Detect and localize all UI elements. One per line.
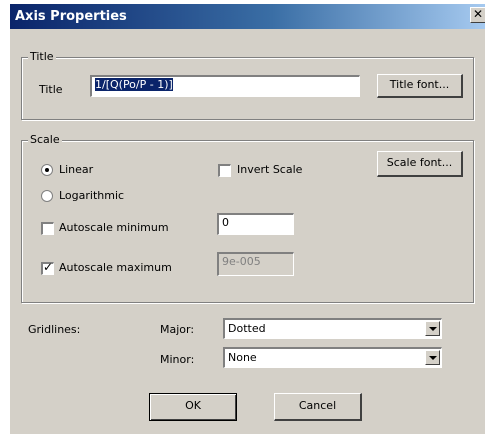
chevron-down-icon[interactable] (425, 321, 440, 336)
cancel-button[interactable]: Cancel (274, 393, 362, 421)
title-group: Title Title 1/[Q(Po/P - 1)] Title font..… (21, 50, 474, 120)
autoscale-maximum-checkbox[interactable]: ✓ (41, 260, 54, 275)
logarithmic-label[interactable]: Logarithmic (59, 189, 124, 202)
title-bar[interactable]: Axis Properties ✕ (10, 4, 485, 29)
linear-radio[interactable] (41, 164, 53, 176)
title-font-button-label: Title font... (389, 78, 450, 91)
window-title: Axis Properties (15, 9, 127, 24)
scale-maximum-input: 9e-005 (217, 252, 294, 276)
scale-font-button[interactable]: Scale font... (377, 151, 463, 177)
major-label: Major: (160, 323, 195, 336)
ok-button[interactable]: OK (149, 393, 237, 421)
close-button[interactable]: ✕ (470, 7, 485, 23)
minor-gridlines-value: None (228, 351, 257, 364)
autoscale-maximum-label[interactable]: Autoscale maximum (59, 261, 172, 274)
check-mark-icon: ✓ (43, 260, 54, 274)
cancel-button-label: Cancel (298, 399, 337, 412)
logarithmic-radio[interactable] (41, 190, 53, 202)
title-font-button[interactable]: Title font... (377, 74, 463, 98)
title-label: Title (39, 83, 63, 96)
invert-scale-checkbox[interactable] (218, 164, 231, 177)
scale-group-legend: Scale (28, 133, 62, 146)
invert-scale-label[interactable]: Invert Scale (237, 163, 302, 176)
title-input-value: 1/[Q(Po/P - 1)] (95, 78, 173, 91)
radio-icon (45, 168, 49, 172)
major-gridlines-select[interactable]: Dotted (223, 318, 442, 339)
major-gridlines-value: Dotted (228, 322, 266, 335)
title-input[interactable]: 1/[Q(Po/P - 1)] (90, 75, 360, 97)
chevron-down-icon[interactable] (425, 350, 440, 365)
minor-gridlines-select[interactable]: None (223, 347, 442, 368)
scale-minimum-value: 0 (222, 216, 229, 229)
close-icon: ✕ (472, 7, 484, 21)
ok-button-label: OK (185, 399, 201, 412)
scale-maximum-value: 9e-005 (222, 255, 261, 268)
scale-group: Scale Linear Logarithmic Invert Scale Sc… (21, 133, 474, 303)
scale-minimum-input[interactable]: 0 (217, 213, 294, 235)
autoscale-minimum-checkbox[interactable] (41, 222, 54, 235)
axis-properties-dialog: Axis Properties ✕ Title Title 1/[Q(Po/P … (9, 3, 485, 434)
scale-font-button-label: Scale font... (386, 156, 453, 169)
title-group-legend: Title (28, 50, 56, 63)
autoscale-minimum-label[interactable]: Autoscale minimum (59, 221, 169, 234)
linear-label[interactable]: Linear (59, 163, 93, 176)
gridlines-label: Gridlines: (28, 323, 81, 336)
minor-label: Minor: (160, 353, 195, 366)
